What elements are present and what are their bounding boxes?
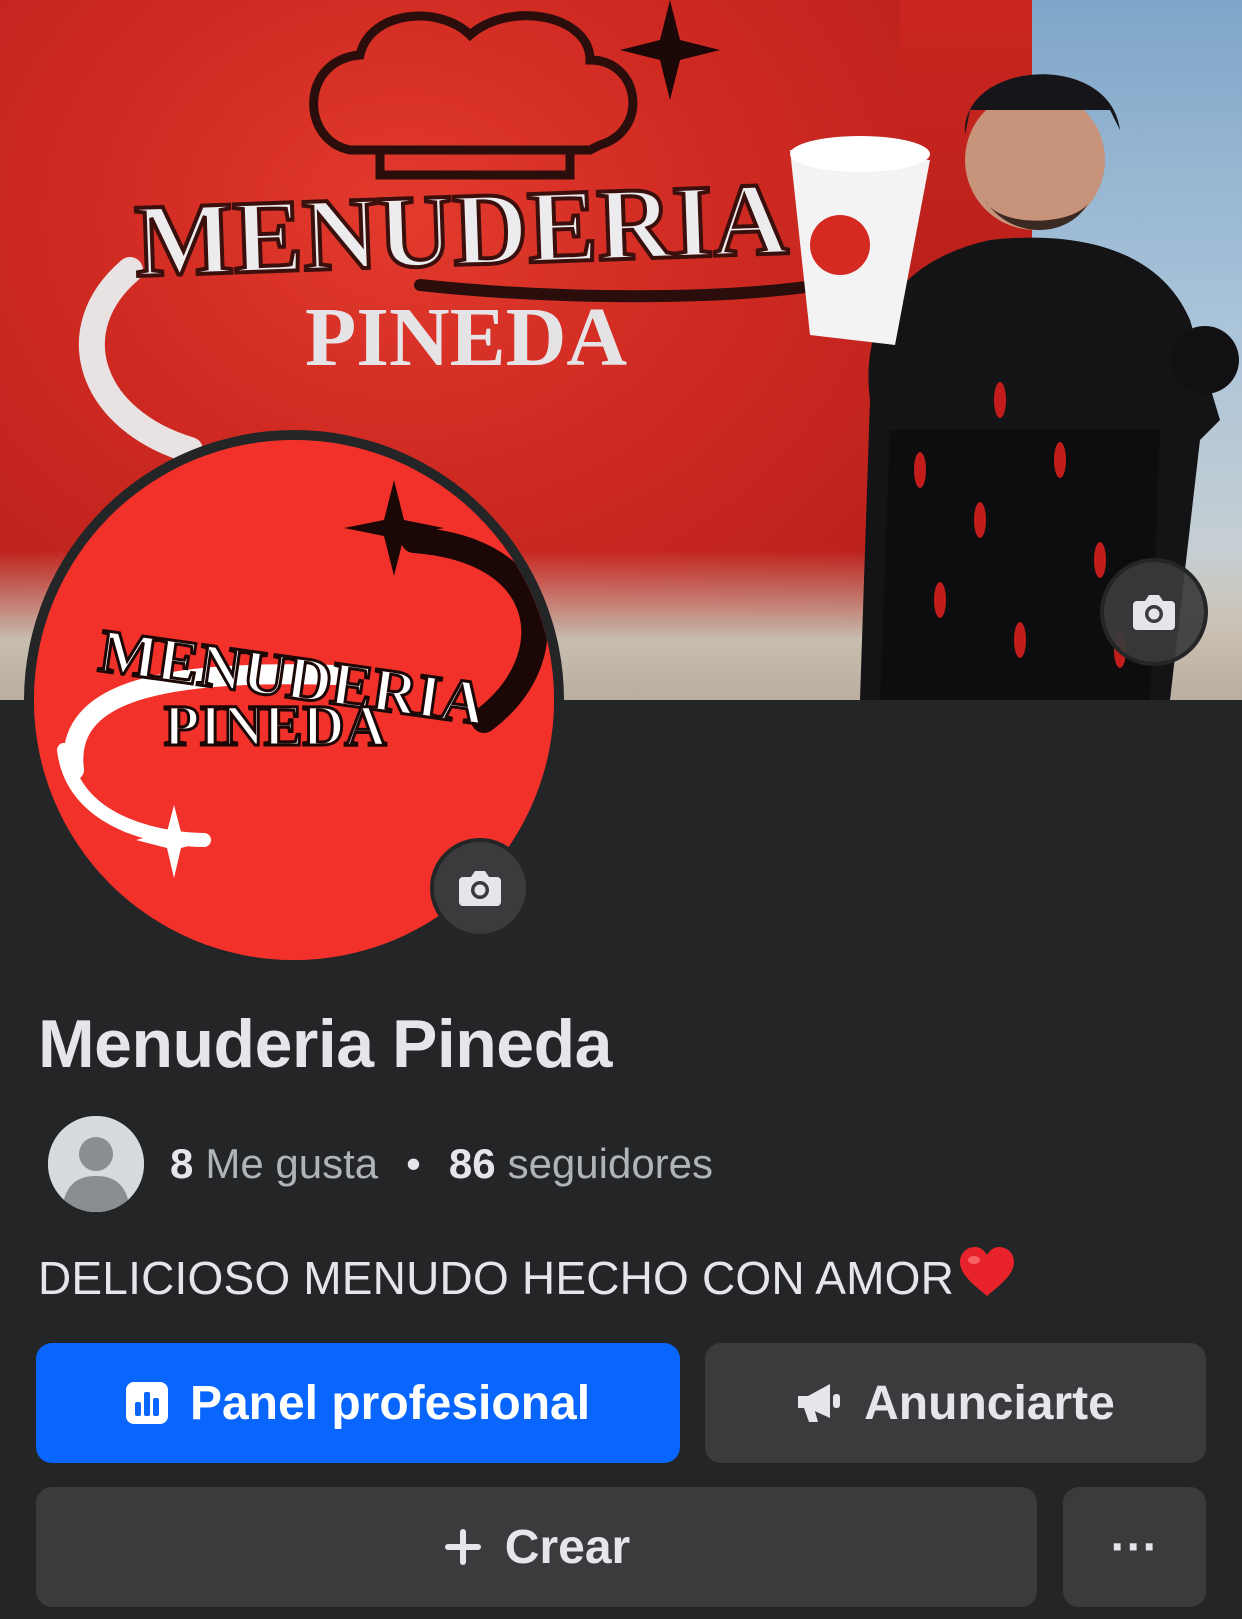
megaphone-icon [796,1382,842,1424]
followers-count: 86 [448,1140,496,1187]
page-title: Menuderia Pineda [38,1006,612,1082]
heart-emoji-icon [958,1246,1016,1309]
advertise-button[interactable]: Anunciarte [705,1343,1206,1463]
bar-chart-icon [125,1382,168,1424]
create-button[interactable]: Crear [36,1487,1037,1607]
likes-label: Me gusta [205,1140,379,1187]
cover-banner-subtitle: PINEDA [305,291,627,384]
camera-icon [1133,595,1175,630]
more-options-button[interactable]: ··· [1063,1487,1206,1607]
professional-dashboard-button[interactable]: Panel profesional [36,1343,680,1463]
plus-icon [443,1527,483,1567]
cover-banner-title: MENUDERIA [133,161,790,299]
page-bio: DELICIOSO MENUDO HECHO CON AMOR [38,1246,1016,1309]
default-user-icon [48,1116,144,1212]
likes-count: 8 [170,1140,194,1187]
profile-camera-button[interactable] [430,838,530,938]
more-options-icon: ··· [1110,1520,1159,1574]
followers-label: seguidores [507,1140,714,1187]
advertise-label: Anunciarte [864,1376,1115,1430]
profile-logo-subtitle: PINEDA [164,693,386,758]
create-label: Crear [504,1520,631,1574]
cover-camera-button[interactable] [1100,558,1208,666]
bio-text: DELICIOSO MENUDO HECHO CON AMOR [38,1251,955,1304]
avatar[interactable] [48,1116,144,1212]
camera-icon [459,871,501,906]
professional-dashboard-label: Panel profesional [189,1376,591,1430]
page-stats[interactable]: 8 Me gusta • 86 seguidores [48,1114,713,1214]
stats-separator: • [406,1140,421,1187]
